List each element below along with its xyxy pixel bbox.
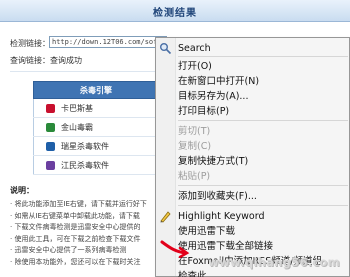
menu-separator: [178, 56, 348, 57]
kaspersky-icon: [46, 103, 55, 113]
notes-title: 说明：: [10, 186, 34, 195]
menu-item[interactable]: 在新窗口中打开(N): [176, 74, 349, 89]
engine-cell: 金山毒霸: [33, 117, 159, 137]
menu-separator: [178, 185, 348, 186]
result-value: 查询成功: [50, 56, 82, 65]
result-label: 查询链接：: [10, 56, 50, 65]
menu-separator: [178, 120, 348, 121]
link-label: 检测链接：: [10, 39, 50, 48]
engine-name: 卡巴斯基: [61, 103, 93, 113]
jiangmin-icon: [46, 160, 55, 170]
engine-name: 瑞星杀毒软件: [61, 141, 109, 151]
watermark-text: www.qihang56.com: [208, 255, 340, 269]
engine-row: 卡巴斯基: [33, 98, 159, 118]
rising-icon: [46, 141, 55, 151]
menu-item: 复制(C): [178, 141, 212, 152]
engine-cell: 瑞星杀毒软件: [33, 136, 159, 156]
engine-name: 金山毒霸: [61, 122, 93, 132]
menu-item[interactable]: 添加到收藏夹(F)...: [176, 189, 349, 204]
engine-row: 瑞星杀毒软件: [33, 136, 159, 156]
engine-cell: 江民杀毒软件: [33, 155, 159, 175]
engine-cell: 卡巴斯基: [33, 98, 159, 118]
menu-item[interactable]: 目标另存为(A)...: [176, 89, 349, 104]
divider: [10, 71, 160, 72]
menu-item[interactable]: Search: [176, 41, 349, 56]
engine-table: 杀毒引擎 卡巴斯基金山毒霸瑞星杀毒软件 江民杀毒软件: [33, 81, 159, 175]
note-item: · 迅雷安全中心提供了一系列病毒检测: [10, 246, 127, 255]
engine-row: 江民杀毒软件: [33, 155, 159, 175]
highlight-icon: [160, 211, 171, 223]
red-arrow-annotation: [160, 240, 190, 258]
note-item: · 使用此工具，可在下载之前检查下载文件: [10, 234, 141, 243]
page-title: 检测结果: [153, 8, 197, 19]
link-input[interactable]: http://down.12T06.com/soft/Insta11: [49, 36, 167, 48]
engine-row: 金山毒霸: [33, 117, 159, 137]
engine-column-header: 杀毒引擎: [33, 81, 159, 99]
menu-item: 粘贴(P): [178, 171, 211, 182]
note-item: · 如需从IE右键菜单中卸载此功能，请下载: [10, 211, 140, 220]
menu-item[interactable]: Highlight Keyword: [176, 209, 349, 224]
menu-item[interactable]: 打印目标(P): [176, 104, 349, 119]
note-item: · 下载文件病毒检测是迅雷安全中心提供的: [10, 223, 141, 232]
page-header: 检测结果: [0, 0, 350, 22]
search-icon: [160, 43, 172, 55]
menu-item[interactable]: 打开(O): [176, 59, 349, 74]
engine-name: 江民杀毒软件: [61, 160, 109, 170]
note-item: · 除使用本功能外，您还可以在下载时关注: [10, 257, 141, 266]
menu-item[interactable]: 复制快捷方式(T): [176, 154, 349, 169]
menu-item: 剪切(T): [178, 126, 211, 137]
menu-item[interactable]: 使用迅雷下载全部链接: [176, 239, 349, 254]
menu-item[interactable]: 使用迅雷下载: [176, 224, 349, 239]
note-item: · 将此功能添加至IE右键，请下载并运行好下: [10, 200, 147, 208]
notes-list: · 将此功能添加至IE右键，请下载并运行好下 · 如需从IE右键菜单中卸载此功能，…: [10, 199, 170, 269]
menu-item[interactable]: 检查此: [176, 269, 349, 277]
jinshan-icon: [46, 122, 55, 132]
menu-separator: [178, 205, 348, 206]
